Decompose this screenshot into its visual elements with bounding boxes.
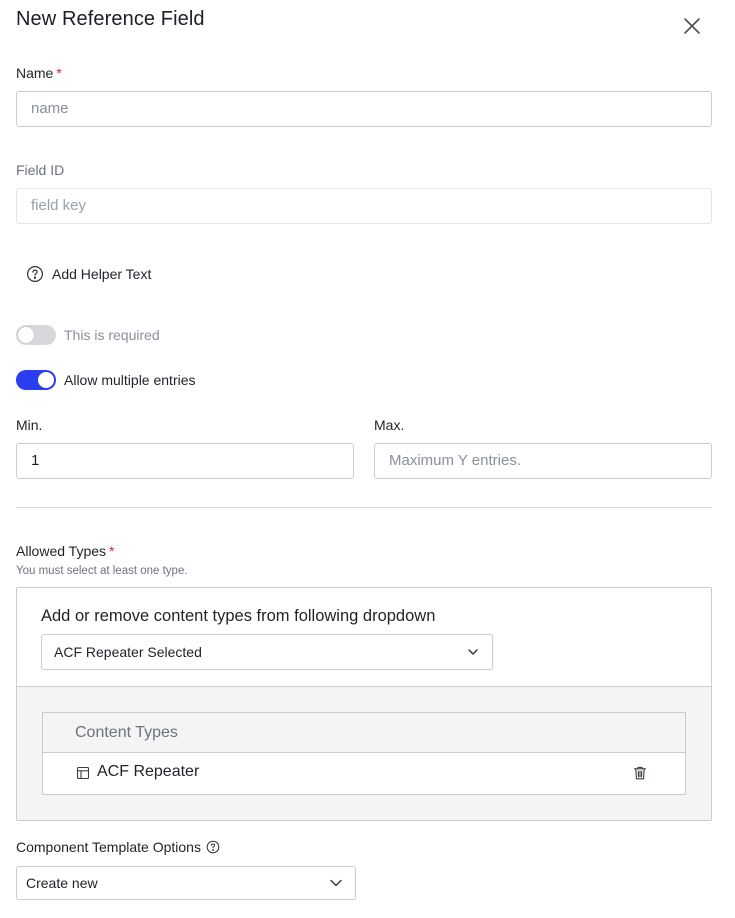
name-label: Name * xyxy=(16,65,62,81)
divider xyxy=(16,507,712,508)
trash-icon xyxy=(633,766,647,780)
toggle-knob xyxy=(18,327,34,343)
required-asterisk: * xyxy=(56,65,62,81)
layout-icon xyxy=(76,766,90,780)
required-asterisk: * xyxy=(109,543,115,559)
delete-button[interactable] xyxy=(632,765,648,781)
question-circle-icon xyxy=(26,265,44,283)
component-template-options-label: Component Template Options xyxy=(16,839,220,855)
table-header-label: Content Types xyxy=(75,724,178,741)
info-circle-icon[interactable] xyxy=(206,840,220,854)
add-helper-text-button[interactable]: Add Helper Text xyxy=(26,264,151,284)
allowed-types-hint: You must select at least one type. xyxy=(16,565,188,577)
selected-types-area: Content Types ACF Repeater xyxy=(17,687,711,820)
required-toggle[interactable] xyxy=(16,325,56,345)
component-template-dropdown[interactable]: Create new xyxy=(16,866,356,900)
close-button[interactable] xyxy=(680,14,704,38)
allowed-types-label-text: Allowed Types xyxy=(16,543,107,559)
dialog-title: New Reference Field xyxy=(16,8,205,30)
component-template-options-text: Component Template Options xyxy=(16,839,201,855)
required-toggle-label: This is required xyxy=(64,327,160,343)
add-helper-text-label: Add Helper Text xyxy=(52,266,152,282)
table-row: ACF Repeater xyxy=(43,753,685,794)
dropdown-caption: Add or remove content types from followi… xyxy=(41,607,436,625)
allowed-types-selector-area: Add or remove content types from followi… xyxy=(17,588,711,687)
max-input[interactable]: Maximum Y entries. xyxy=(374,443,712,479)
close-icon xyxy=(684,18,700,34)
min-input[interactable]: 1 xyxy=(16,443,354,479)
multiple-entries-toggle-label: Allow multiple entries xyxy=(64,372,196,388)
toggle-knob xyxy=(38,372,54,388)
dropdown-value: Create new xyxy=(26,875,98,891)
dropdown-value: ACF Repeater Selected xyxy=(54,644,202,660)
table-header: Content Types xyxy=(43,713,685,753)
content-types-table: Content Types ACF Repeater xyxy=(42,712,686,795)
allowed-types-label: Allowed Types * xyxy=(16,543,114,559)
min-label: Min. xyxy=(16,417,43,433)
chevron-down-icon xyxy=(466,645,480,659)
multiple-entries-toggle[interactable] xyxy=(16,370,56,390)
name-input[interactable]: name xyxy=(16,91,712,127)
chevron-down-icon xyxy=(329,876,343,890)
name-label-text: Name xyxy=(16,65,54,81)
field-id-label: Field ID xyxy=(16,162,65,178)
content-types-dropdown[interactable]: ACF Repeater Selected xyxy=(41,634,493,670)
content-type-name: ACF Repeater xyxy=(97,763,200,780)
field-id-input[interactable]: field key xyxy=(16,188,712,224)
allowed-types-panel: Add or remove content types from followi… xyxy=(16,587,712,821)
max-label: Max. xyxy=(374,417,405,433)
